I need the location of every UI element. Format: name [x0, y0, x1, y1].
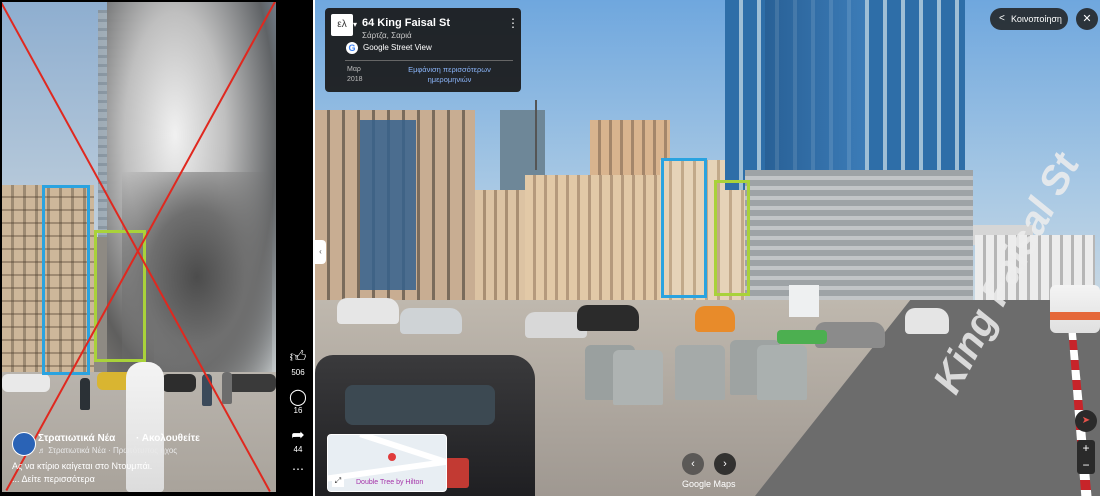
- person: [80, 378, 90, 410]
- nav-prev-button[interactable]: ‹: [682, 453, 704, 475]
- mid-tower-top: [590, 120, 670, 180]
- close-button[interactable]: ✕: [1076, 8, 1098, 30]
- share-icon[interactable]: ➦: [286, 425, 310, 445]
- location-info-card: ελ ▾ 64 King Faisal St Σάρτζα, Σαριά ⋮ G…: [325, 8, 521, 92]
- location-subtitle: Σάρτζα, Σαριά: [362, 31, 412, 40]
- mid-building: [525, 175, 675, 300]
- creator-name[interactable]: Στρατιωτικά Νέα: [38, 433, 115, 444]
- post-caption: Ας να κτίριο καίγεται στο Ντουμπάι.: [12, 461, 153, 471]
- shares-count: 44: [293, 445, 303, 454]
- creator-row: Στρατιωτικά Νέα · Ακολουθείτε ♬ Στρατιωτ…: [12, 432, 274, 458]
- tower-podium: [745, 170, 973, 305]
- likes-count: 506: [291, 368, 305, 377]
- expand-icon[interactable]: ⤢: [332, 475, 344, 487]
- person: [222, 372, 232, 404]
- green-dumpster-lid: [777, 330, 827, 344]
- location-pin-icon: [388, 453, 396, 461]
- back-button[interactable]: ελ: [331, 14, 353, 36]
- car: [162, 374, 196, 392]
- video-post-panel: Στρατιωτικά Νέα · Ακολουθείτε ♬ Στρατιωτ…: [0, 0, 313, 496]
- avatar[interactable]: [12, 432, 36, 456]
- more-dots-icon[interactable]: ⋯: [286, 462, 310, 476]
- person-in-white-robe: [126, 362, 164, 492]
- share-label: Κοινοποίηση: [1011, 14, 1062, 24]
- parked-car: [400, 308, 462, 334]
- video-frame[interactable]: Στρατιωτικά Νέα · Ακολουθείτε ♬ Στρατιωτ…: [2, 2, 276, 492]
- glass-tower-center: [765, 0, 865, 190]
- more-dates-link[interactable]: Εμφάνιση περισσότερων ημερομηνιών: [397, 65, 502, 85]
- street-view-panel[interactable]: King Faisal St ελ ▾ 64 King Faisal St Σά…: [315, 0, 1100, 496]
- zoom-control: + −: [1077, 440, 1095, 474]
- share-icon: <: [999, 13, 1005, 24]
- location-title: 64 King Faisal St: [362, 17, 451, 29]
- green-highlight-box: [714, 180, 750, 296]
- dumpster: [613, 350, 663, 405]
- divider: [345, 60, 513, 61]
- white-kiosk: [789, 285, 819, 317]
- parked-car: [695, 306, 735, 332]
- bus: [1050, 285, 1100, 333]
- google-maps-footer: Google Maps: [682, 479, 736, 489]
- bus-stripe: [1050, 312, 1100, 320]
- audio-label[interactable]: ♬ Στρατιωτικά Νέα · Πρωτότυπος ήχος: [38, 446, 177, 455]
- see-more-link[interactable]: ... Δείτε περισσότερα: [12, 474, 95, 484]
- thumbs-up-icon[interactable]: 👍︎: [286, 348, 310, 367]
- car: [2, 374, 50, 392]
- google-g-icon: G: [346, 42, 358, 54]
- minimap[interactable]: ⤢ Double Tree by Hilton: [327, 434, 447, 492]
- capture-month: Μαρ: [347, 66, 361, 73]
- compass-icon[interactable]: ➤: [1075, 410, 1097, 432]
- follow-button[interactable]: · Ακολουθείτε: [136, 433, 200, 444]
- comment-icon[interactable]: ◯: [286, 387, 310, 407]
- suv-taillight: [445, 458, 469, 488]
- blue-highlight-box: [661, 158, 707, 298]
- dumpster: [675, 345, 725, 400]
- provider-label: Google Street View: [363, 43, 432, 52]
- minimap-place-label: Double Tree by Hilton: [356, 479, 424, 486]
- comments-count: 16: [293, 406, 303, 415]
- left-glass-facade: [360, 120, 416, 290]
- chevron-down-icon[interactable]: ▾: [353, 20, 357, 29]
- crane: [535, 100, 537, 170]
- parked-car: [577, 305, 639, 331]
- suv-window: [345, 385, 495, 425]
- car: [227, 374, 276, 392]
- parked-car: [905, 308, 949, 334]
- zoom-in-button[interactable]: +: [1077, 440, 1095, 457]
- collapse-panel-button[interactable]: ‹: [315, 240, 326, 264]
- share-button[interactable]: < Κοινοποίηση: [990, 8, 1068, 30]
- parked-car: [337, 298, 399, 324]
- zoom-out-button[interactable]: −: [1077, 457, 1095, 474]
- dumpster: [757, 345, 807, 400]
- capture-year: 2018: [347, 76, 363, 83]
- more-vert-icon[interactable]: ⋮: [507, 16, 519, 30]
- nav-next-button[interactable]: ›: [714, 453, 736, 475]
